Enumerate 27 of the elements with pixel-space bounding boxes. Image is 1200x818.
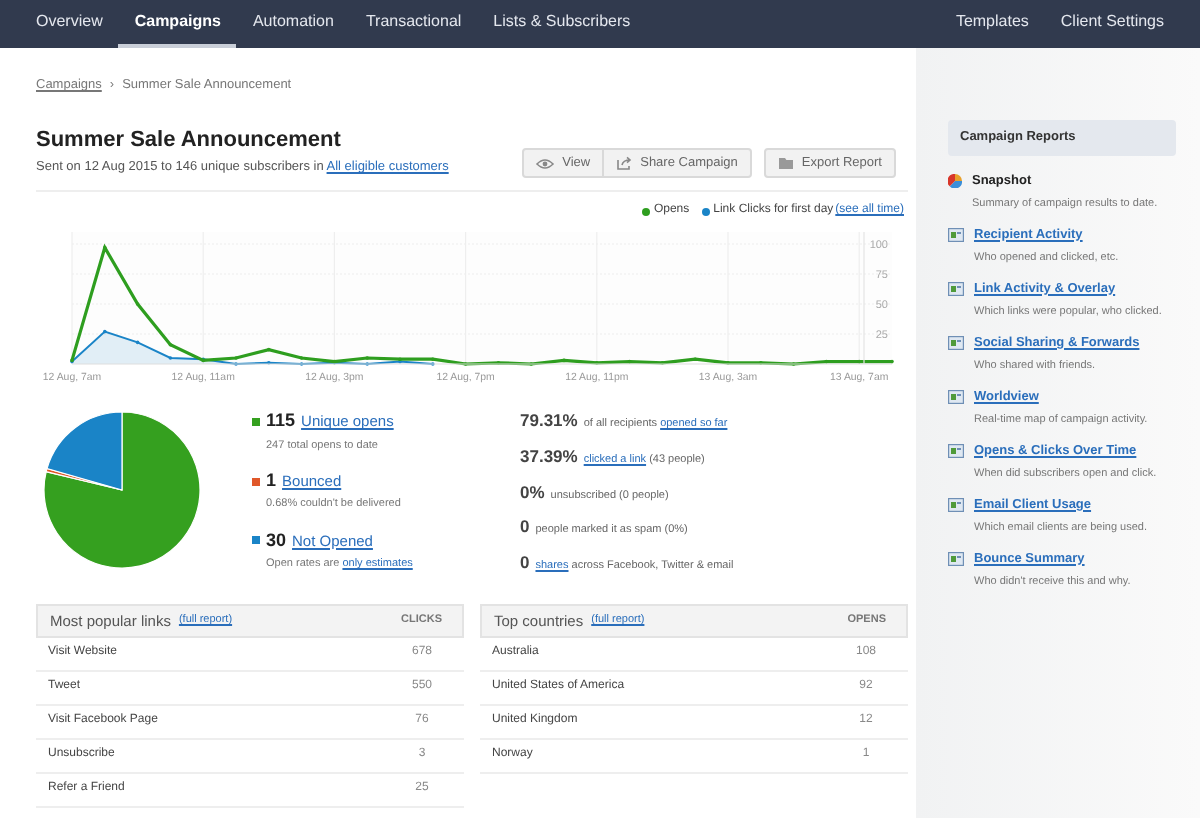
nav-tab[interactable]: Templates xyxy=(939,0,1045,48)
summary-value: 0 xyxy=(520,514,530,540)
pie-icon xyxy=(948,173,962,188)
campaign-title: Summer Sale Announcement xyxy=(36,125,343,156)
nav-tab[interactable]: Lists & Subscribers xyxy=(477,0,647,48)
nav-tab[interactable]: Automation xyxy=(236,0,350,48)
nav-tab[interactable]: Overview xyxy=(20,0,119,48)
summary-value: 79.31% xyxy=(520,408,578,434)
report-icon xyxy=(948,389,964,404)
nav-tab[interactable]: Client Settings xyxy=(1044,0,1180,48)
stat-value: 1 xyxy=(266,467,277,494)
report-icon xyxy=(948,227,964,242)
report-icon xyxy=(948,281,964,296)
folder-icon xyxy=(777,156,794,170)
summary-value: 0% xyxy=(520,479,545,505)
report-icon xyxy=(948,497,964,512)
nav-tab[interactable]: Campaigns xyxy=(118,0,237,48)
report-icon xyxy=(948,443,964,458)
report-icon xyxy=(948,335,964,350)
report-icon xyxy=(948,551,964,566)
eye-icon xyxy=(536,157,555,169)
share-icon xyxy=(616,156,633,170)
summary-value: 0 xyxy=(520,550,530,576)
nav-tab[interactable]: Transactional xyxy=(349,0,478,48)
summary-value: 37.39% xyxy=(520,443,578,469)
stat-value: 30 xyxy=(266,527,287,553)
stat-value: 115 xyxy=(266,408,296,434)
